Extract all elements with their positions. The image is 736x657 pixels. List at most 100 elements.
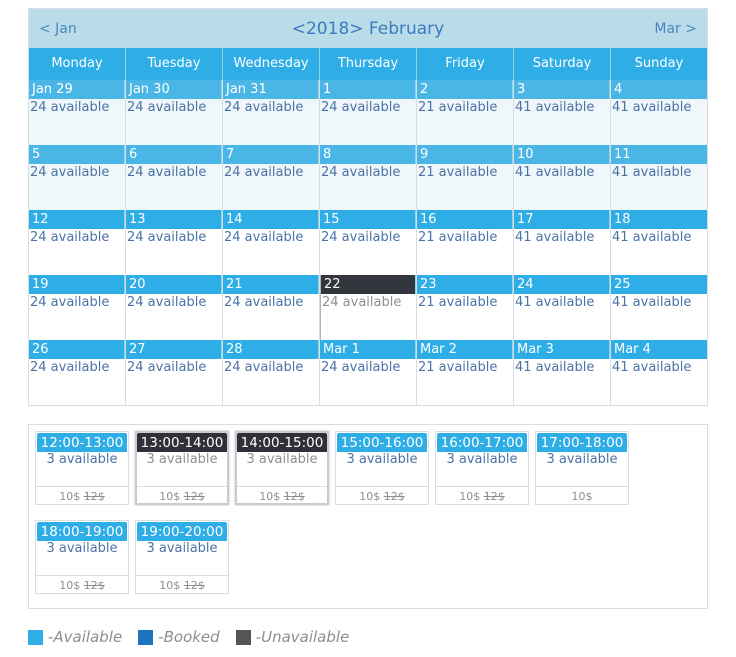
- day-availability: 24 available: [224, 230, 304, 245]
- calendar-day[interactable]: Jan 29 24 available: [29, 80, 126, 145]
- weekday-saturday: Saturday: [514, 48, 611, 80]
- calendar-day[interactable]: 28 24 available: [223, 340, 320, 405]
- calendar-day[interactable]: 7 24 available: [223, 145, 320, 210]
- calendar-day[interactable]: Mar 3 41 available: [514, 340, 611, 405]
- legend-label: -Booked: [158, 628, 220, 646]
- slot-price-row: 10$: [536, 486, 628, 505]
- calendar-day[interactable]: 9 21 available: [417, 145, 514, 210]
- next-month-link[interactable]: Mar >: [654, 9, 697, 48]
- slot-price-row: 10$ 12$: [136, 575, 228, 594]
- day-availability: 24 available: [127, 295, 207, 310]
- calendar-day[interactable]: 25 41 available: [611, 275, 707, 340]
- calendar-day[interactable]: Mar 1 24 available: [320, 340, 417, 405]
- slot-price-row: 10$ 12$: [436, 486, 528, 505]
- day-availability: 24 available: [127, 360, 207, 375]
- slot-price: 10$: [359, 490, 381, 503]
- time-slot-available[interactable]: 15:00-16:00 3 available 10$ 12$: [335, 431, 429, 505]
- prev-month-link[interactable]: < Jan: [39, 9, 77, 48]
- calendar-day[interactable]: 8 24 available: [320, 145, 417, 210]
- calendar-day[interactable]: 21 24 available: [223, 275, 320, 340]
- time-slot-available[interactable]: 12:00-13:00 3 available 10$ 12$: [35, 431, 129, 505]
- calendar-day[interactable]: 26 24 available: [29, 340, 126, 405]
- calendar-day[interactable]: Jan 31 24 available: [223, 80, 320, 145]
- calendar-week-row: 19 24 available 20 24 available 21 24 availab…: [29, 275, 707, 340]
- legend-available: -Available: [28, 628, 122, 646]
- day-number: 9: [417, 145, 513, 164]
- slot-old-price: 12$: [483, 490, 505, 503]
- legend-label: -Available: [48, 628, 123, 646]
- calendar-day[interactable]: 24 41 available: [514, 275, 611, 340]
- day-availability: 41 available: [612, 295, 692, 310]
- calendar-day[interactable]: 13 24 available: [126, 210, 223, 275]
- legend: -Available -Booked -Unavailable: [28, 628, 365, 646]
- day-number: 27: [126, 340, 222, 359]
- calendar-day[interactable]: 27 24 available: [126, 340, 223, 405]
- legend-booked: -Booked: [138, 628, 220, 646]
- calendar-day[interactable]: 5 24 available: [29, 145, 126, 210]
- calendar-day[interactable]: 17 41 available: [514, 210, 611, 275]
- calendar-day[interactable]: 3 41 available: [514, 80, 611, 145]
- time-slot-unavailable[interactable]: 14:00-15:00 3 available 10$ 12$: [235, 431, 329, 505]
- slot-time: 13:00-14:00: [137, 433, 227, 452]
- day-availability: 24 available: [321, 360, 401, 375]
- day-number: 5: [29, 145, 125, 164]
- calendar-day[interactable]: 19 24 available: [29, 275, 126, 340]
- day-number: 18: [611, 210, 707, 229]
- calendar-day[interactable]: 12 24 available: [29, 210, 126, 275]
- calendar-day[interactable]: 2 21 available: [417, 80, 514, 145]
- day-availability: 24 available: [30, 230, 110, 245]
- day-number: 23: [417, 275, 513, 294]
- calendar-day[interactable]: 14 24 available: [223, 210, 320, 275]
- calendar-day[interactable]: 23 21 available: [417, 275, 514, 340]
- calendar-day[interactable]: Jan 30 24 available: [126, 80, 223, 145]
- time-slot-available[interactable]: 16:00-17:00 3 available 10$ 12$: [435, 431, 529, 505]
- slot-time: 19:00-20:00: [137, 522, 227, 541]
- time-slot-available[interactable]: 17:00-18:00 3 available 10$: [535, 431, 629, 505]
- day-number: Jan 29: [29, 80, 125, 99]
- calendar-day[interactable]: 1 24 available: [320, 80, 417, 145]
- day-availability: 41 available: [611, 99, 707, 145]
- day-availability: 24 available: [224, 295, 304, 310]
- time-slot-available[interactable]: 18:00-19:00 3 available 10$ 12$: [35, 520, 129, 594]
- unavailable-swatch-icon: [235, 629, 251, 645]
- slot-old-price: 12$: [283, 490, 305, 503]
- calendar-day[interactable]: Mar 4 41 available: [611, 340, 707, 405]
- day-availability: 24 available: [127, 230, 207, 245]
- day-number: 6: [126, 145, 222, 164]
- day-number: 16: [417, 210, 513, 229]
- time-slot-available[interactable]: 19:00-20:00 3 available 10$ 12$: [135, 520, 229, 594]
- slot-availability: 3 available: [46, 452, 118, 467]
- calendar-day[interactable]: 11 41 available: [611, 145, 707, 210]
- calendar-day[interactable]: 4 41 available: [611, 80, 707, 145]
- day-availability: 24 available: [126, 99, 222, 145]
- slot-time: 16:00-17:00: [437, 433, 527, 452]
- calendar-day-selected[interactable]: 22 24 available: [320, 275, 417, 340]
- calendar-day[interactable]: 18 41 available: [611, 210, 707, 275]
- slot-price-row: 10$ 12$: [36, 486, 128, 505]
- calendar-day[interactable]: 6 24 available: [126, 145, 223, 210]
- day-number: 19: [29, 275, 125, 294]
- calendar-week-row: 12 24 available 13 24 available 14 24 availab…: [29, 210, 707, 275]
- day-availability: 24 available: [320, 99, 416, 145]
- day-number: Mar 4: [611, 340, 707, 359]
- calendar-title[interactable]: <2018> February: [292, 19, 445, 39]
- slot-availability: 3 available: [146, 541, 218, 556]
- day-number: 24: [514, 275, 610, 294]
- day-availability: 41 available: [611, 164, 707, 210]
- calendar-day[interactable]: 15 24 available: [320, 210, 417, 275]
- slot-time: 12:00-13:00: [37, 433, 127, 452]
- slot-old-price: 12$: [183, 579, 205, 592]
- calendar-day[interactable]: Mar 2 21 available: [417, 340, 514, 405]
- day-availability: 41 available: [612, 360, 692, 375]
- day-availability: 41 available: [515, 360, 595, 375]
- slot-price-row: 10$ 12$: [36, 575, 128, 594]
- slot-price-row: 10$ 12$: [336, 486, 428, 505]
- legend-label: -Unavailable: [255, 628, 350, 646]
- calendar-day[interactable]: 20 24 available: [126, 275, 223, 340]
- day-availability: 41 available: [515, 295, 595, 310]
- booking-calendar: < Jan <2018> February Mar > Monday Tuesd…: [28, 8, 708, 406]
- calendar-day[interactable]: 10 41 available: [514, 145, 611, 210]
- day-number: 3: [514, 80, 610, 99]
- calendar-day[interactable]: 16 21 available: [417, 210, 514, 275]
- time-slot-unavailable[interactable]: 13:00-14:00 3 available 10$ 12$: [135, 431, 229, 505]
